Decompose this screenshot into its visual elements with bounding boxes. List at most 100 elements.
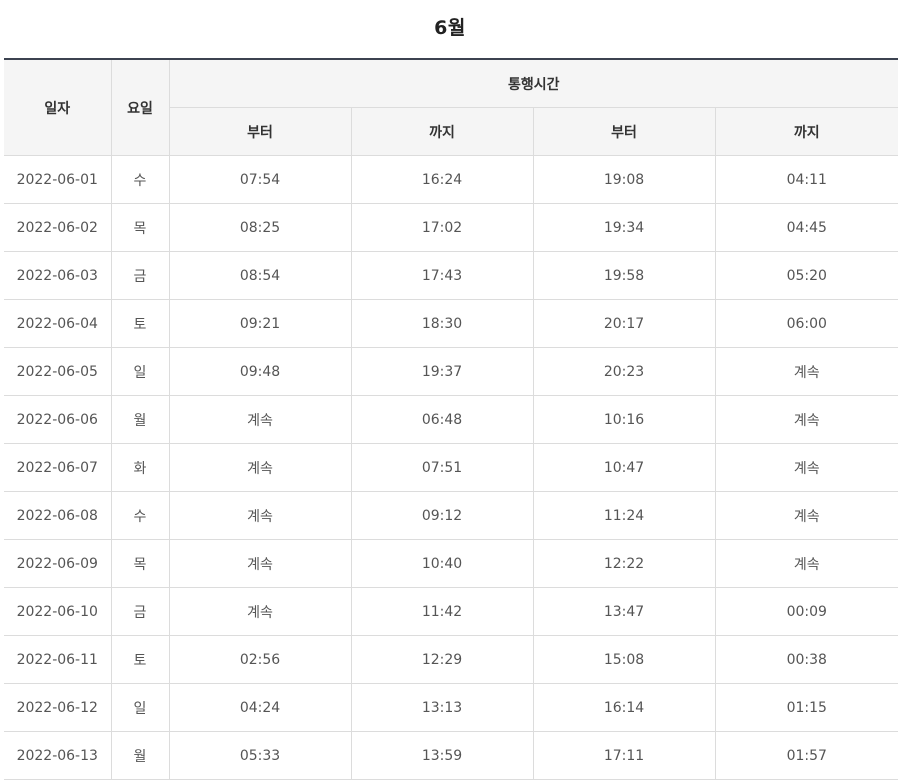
- to-2-cell: 계속: [714, 395, 899, 444]
- from-2-cell: 11:24: [532, 491, 716, 540]
- table-row: 2022-06-05 일 09:48 19:37 20:23 계속: [4, 347, 899, 396]
- to-1-cell: 17:02: [350, 203, 534, 252]
- date-cell: 2022-06-02: [4, 203, 112, 252]
- from-1-cell: 09:48: [168, 347, 352, 396]
- table-row: 2022-06-06 월 계속 06:48 10:16 계속: [4, 395, 899, 444]
- date-cell: 2022-06-07: [4, 443, 112, 492]
- from-2-cell: 19:58: [532, 251, 716, 300]
- to-1-cell: 11:42: [350, 587, 534, 636]
- from-2-cell: 10:16: [532, 395, 716, 444]
- weekday-cell: 목: [110, 539, 170, 588]
- date-cell: 2022-06-08: [4, 491, 112, 540]
- passage-time-table: 일자 요일 통행시간 부터 까지 부터 까지 2022-06-01 수 07:54 1…: [4, 58, 899, 780]
- table-row: 2022-06-13 월 05:33 13:59 17:11 01:57: [4, 731, 899, 780]
- header-passage-time: 통행시간: [168, 58, 899, 108]
- date-cell: 2022-06-09: [4, 539, 112, 588]
- header-to-2: 까지: [714, 107, 899, 156]
- from-2-cell: 20:17: [532, 299, 716, 348]
- to-2-cell: 06:00: [714, 299, 899, 348]
- date-cell: 2022-06-10: [4, 587, 112, 636]
- from-2-cell: 10:47: [532, 443, 716, 492]
- weekday-cell: 토: [110, 299, 170, 348]
- table-row: 2022-06-11 토 02:56 12:29 15:08 00:38: [4, 635, 899, 684]
- from-2-cell: 13:47: [532, 587, 716, 636]
- from-1-cell: 계속: [168, 491, 352, 540]
- to-2-cell: 04:11: [714, 155, 899, 204]
- date-cell: 2022-06-03: [4, 251, 112, 300]
- date-cell: 2022-06-12: [4, 683, 112, 732]
- to-1-cell: 10:40: [350, 539, 534, 588]
- from-1-cell: 05:33: [168, 731, 352, 780]
- date-cell: 2022-06-11: [4, 635, 112, 684]
- from-1-cell: 09:21: [168, 299, 352, 348]
- from-1-cell: 계속: [168, 395, 352, 444]
- from-1-cell: 08:25: [168, 203, 352, 252]
- to-2-cell: 04:45: [714, 203, 899, 252]
- to-2-cell: 계속: [714, 539, 899, 588]
- date-cell: 2022-06-13: [4, 731, 112, 780]
- page: 6월 일자 요일 통행시간 부터 까지 부터 까지 2022-06-01 수 07:…: [0, 0, 909, 780]
- table-row: 2022-06-09 목 계속 10:40 12:22 계속: [4, 539, 899, 588]
- table-row: 2022-06-08 수 계속 09:12 11:24 계속: [4, 491, 899, 540]
- weekday-cell: 수: [110, 155, 170, 204]
- to-1-cell: 19:37: [350, 347, 534, 396]
- from-2-cell: 19:34: [532, 203, 716, 252]
- header-weekday: 요일: [110, 58, 170, 156]
- weekday-cell: 일: [110, 683, 170, 732]
- to-2-cell: 00:09: [714, 587, 899, 636]
- weekday-cell: 월: [110, 731, 170, 780]
- from-1-cell: 04:24: [168, 683, 352, 732]
- header-row-top: 일자 요일 통행시간: [4, 58, 899, 156]
- from-1-cell: 계속: [168, 539, 352, 588]
- weekday-cell: 토: [110, 635, 170, 684]
- table-header: 일자 요일 통행시간 부터 까지 부터 까지: [4, 58, 899, 156]
- from-2-cell: 17:11: [532, 731, 716, 780]
- from-2-cell: 12:22: [532, 539, 716, 588]
- to-1-cell: 09:12: [350, 491, 534, 540]
- from-2-cell: 15:08: [532, 635, 716, 684]
- to-2-cell: 01:15: [714, 683, 899, 732]
- date-cell: 2022-06-05: [4, 347, 112, 396]
- to-1-cell: 12:29: [350, 635, 534, 684]
- header-from-2: 부터: [532, 107, 716, 156]
- table-row: 2022-06-02 목 08:25 17:02 19:34 04:45: [4, 203, 899, 252]
- table-row: 2022-06-07 화 계속 07:51 10:47 계속: [4, 443, 899, 492]
- to-1-cell: 16:24: [350, 155, 534, 204]
- table-row: 2022-06-04 토 09:21 18:30 20:17 06:00: [4, 299, 899, 348]
- header-from-1: 부터: [169, 107, 352, 156]
- to-1-cell: 13:13: [350, 683, 534, 732]
- to-1-cell: 06:48: [350, 395, 534, 444]
- from-2-cell: 19:08: [532, 155, 716, 204]
- to-1-cell: 18:30: [350, 299, 534, 348]
- to-2-cell: 00:38: [714, 635, 899, 684]
- weekday-cell: 수: [110, 491, 170, 540]
- date-cell: 2022-06-06: [4, 395, 112, 444]
- table-row: 2022-06-10 금 계속 11:42 13:47 00:09: [4, 587, 899, 636]
- weekday-cell: 일: [110, 347, 170, 396]
- table-row: 2022-06-12 일 04:24 13:13 16:14 01:15: [4, 683, 899, 732]
- table-body: 2022-06-01 수 07:54 16:24 19:08 04:11 2022-06-0…: [4, 155, 899, 780]
- from-1-cell: 08:54: [168, 251, 352, 300]
- to-2-cell: 01:57: [714, 731, 899, 780]
- from-2-cell: 20:23: [532, 347, 716, 396]
- weekday-cell: 금: [110, 587, 170, 636]
- from-1-cell: 02:56: [168, 635, 352, 684]
- to-2-cell: 계속: [714, 443, 899, 492]
- to-2-cell: 계속: [714, 491, 899, 540]
- to-1-cell: 07:51: [350, 443, 534, 492]
- month-title: 6월: [434, 17, 466, 39]
- date-cell: 2022-06-01: [4, 155, 112, 204]
- to-2-cell: 05:20: [714, 251, 899, 300]
- weekday-cell: 목: [110, 203, 170, 252]
- from-1-cell: 07:54: [168, 155, 352, 204]
- table-row: 2022-06-03 금 08:54 17:43 19:58 05:20: [4, 251, 899, 300]
- from-1-cell: 계속: [168, 443, 352, 492]
- table-row: 2022-06-01 수 07:54 16:24 19:08 04:11: [4, 155, 899, 204]
- from-1-cell: 계속: [168, 587, 352, 636]
- to-1-cell: 13:59: [350, 731, 534, 780]
- weekday-cell: 금: [110, 251, 170, 300]
- date-cell: 2022-06-04: [4, 299, 112, 348]
- to-1-cell: 17:43: [350, 251, 534, 300]
- to-2-cell: 계속: [714, 347, 899, 396]
- from-2-cell: 16:14: [532, 683, 716, 732]
